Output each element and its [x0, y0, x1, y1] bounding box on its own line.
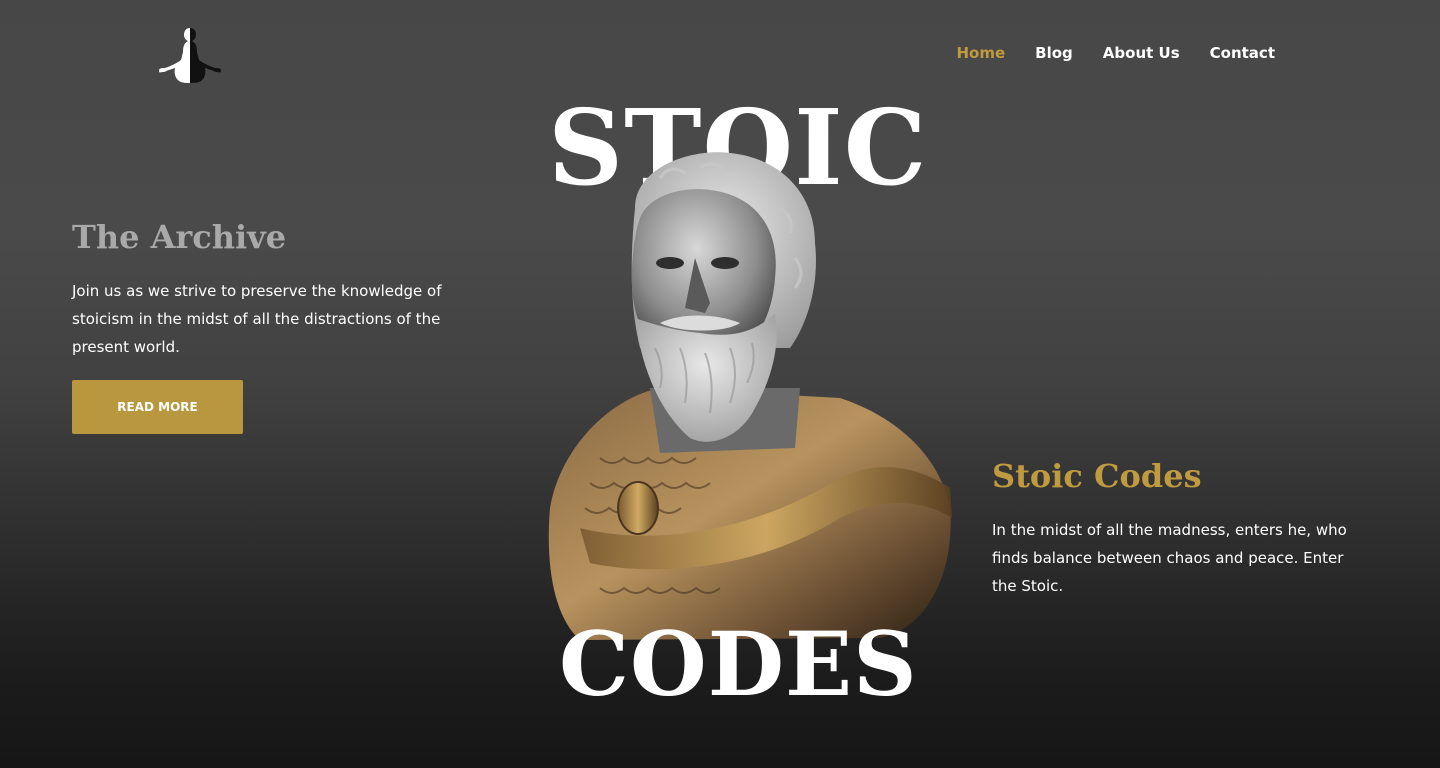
stoic-bust-image	[540, 148, 960, 643]
main-nav: Home Blog About Us Contact	[957, 44, 1276, 62]
nav-contact[interactable]: Contact	[1210, 44, 1275, 62]
archive-description: Join us as we strive to preserve the kno…	[72, 282, 442, 356]
archive-heading: The Archive	[72, 218, 287, 256]
nav-about-us[interactable]: About Us	[1103, 44, 1180, 62]
logo-meditation-icon[interactable]	[157, 26, 223, 84]
read-more-button[interactable]: READ MORE	[72, 380, 243, 434]
hero-title-bottom: CODES	[559, 612, 918, 716]
stoic-codes-description: In the midst of all the madness, enters …	[992, 521, 1347, 595]
nav-home[interactable]: Home	[957, 44, 1006, 62]
nav-blog[interactable]: Blog	[1035, 44, 1073, 62]
stoic-codes-heading: Stoic Codes	[992, 457, 1202, 495]
